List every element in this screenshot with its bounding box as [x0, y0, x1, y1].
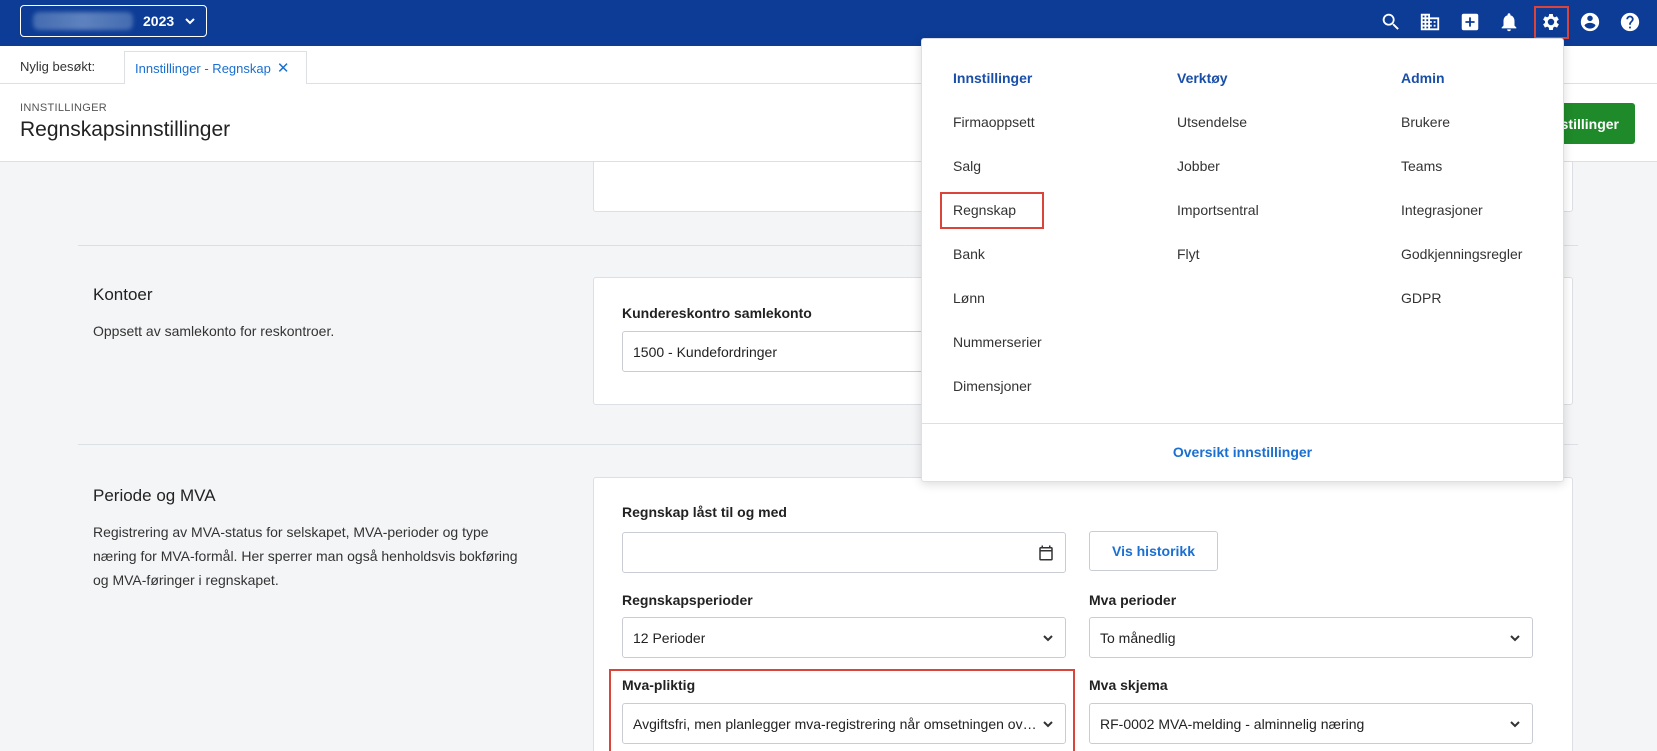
menu-heading-verktoy: Verktøy [1177, 70, 1228, 86]
company-year: 2023 [143, 13, 175, 29]
chevron-down-icon [1510, 634, 1520, 641]
mva-form-select[interactable]: RF-0002 MVA-melding - alminnelig næring [1089, 703, 1533, 744]
menu-item-dimensjoner[interactable]: Dimensjoner [953, 378, 1032, 394]
settings-dropdown-menu: Innstillinger Firmaoppsett Salg Regnskap… [921, 38, 1564, 482]
company-year-select[interactable]: 2023 [20, 5, 207, 37]
menu-item-importsentral[interactable]: Importsentral [1177, 202, 1259, 218]
mva-periods-label: Mva perioder [1089, 592, 1177, 608]
customer-ledger-account-label: Kundereskontro samlekonto [622, 305, 812, 321]
menu-item-jobber[interactable]: Jobber [1177, 158, 1220, 174]
locked-until-label: Regnskap låst til og med [622, 504, 787, 520]
menu-item-teams[interactable]: Teams [1401, 158, 1442, 174]
menu-item-salg[interactable]: Salg [953, 158, 981, 174]
menu-item-integrasjoner[interactable]: Integrasjoner [1401, 202, 1483, 218]
tab-label: Innstillinger - Regnskap [135, 60, 271, 76]
page-title: Regnskapsinnstillinger [20, 118, 231, 141]
mva-periods-select[interactable]: To månedlig [1089, 617, 1533, 658]
locked-until-date-input[interactable] [622, 532, 1066, 573]
accounting-periods-value: 12 Perioder [633, 629, 706, 646]
bell-icon[interactable] [1496, 9, 1522, 35]
menu-item-lonn[interactable]: Lønn [953, 290, 985, 306]
recent-label: Nylig besøkt: [20, 59, 96, 74]
customer-ledger-account-value: 1500 - Kundefordringer [633, 343, 777, 360]
tab-innstillinger-regnskap[interactable]: Innstillinger - Regnskap ✕ [124, 51, 307, 85]
menu-item-bank[interactable]: Bank [953, 246, 985, 262]
breadcrumb[interactable]: INNSTILLINGER [20, 102, 107, 114]
gear-highlight-box [1534, 6, 1569, 39]
menu-divider [922, 423, 1563, 424]
account-icon[interactable] [1577, 9, 1603, 35]
menu-item-firmaoppsett[interactable]: Firmaoppsett [953, 114, 1035, 130]
company-name-redacted [33, 12, 133, 30]
menu-item-gdpr[interactable]: GDPR [1401, 290, 1441, 306]
menu-item-godkjenningsregler[interactable]: Godkjenningsregler [1401, 246, 1522, 262]
menu-item-brukere[interactable]: Brukere [1401, 114, 1450, 130]
periode-mva-description: Registrering av MVA-status for selskapet… [93, 524, 518, 588]
help-icon[interactable] [1617, 9, 1643, 35]
kontoer-title: Kontoer [93, 285, 153, 304]
menu-heading-admin: Admin [1401, 70, 1445, 86]
search-icon[interactable] [1378, 9, 1404, 35]
periode-mva-title: Periode og MVA [93, 486, 216, 505]
show-history-button[interactable]: Vis historikk [1089, 531, 1218, 571]
chevron-down-icon [1510, 720, 1520, 727]
mva-form-label: Mva skjema [1089, 677, 1168, 693]
chevron-down-icon [185, 18, 195, 25]
plus-square-icon[interactable] [1457, 9, 1483, 35]
calendar-icon[interactable] [1037, 544, 1055, 562]
accounting-periods-select[interactable]: 12 Perioder [622, 617, 1066, 658]
menu-item-nummerserier[interactable]: Nummerserier [953, 334, 1042, 350]
building-icon[interactable] [1417, 9, 1443, 35]
accounting-periods-label: Regnskapsperioder [622, 592, 753, 608]
kontoer-description: Oppsett av samlekonto for reskontroer. [93, 323, 335, 339]
mva-periods-value: To månedlig [1100, 629, 1176, 646]
regnskap-highlight-box [940, 192, 1044, 229]
menu-heading-innstillinger: Innstillinger [953, 70, 1033, 86]
mva-form-value: RF-0002 MVA-melding - alminnelig næring [1100, 715, 1365, 732]
close-icon[interactable]: ✕ [277, 59, 290, 77]
chevron-down-icon [1043, 634, 1053, 641]
menu-item-utsendelse[interactable]: Utsendelse [1177, 114, 1247, 130]
mva-liable-highlight-box [609, 669, 1075, 751]
settings-overview-link[interactable]: Oversikt innstillinger [922, 444, 1563, 460]
menu-item-flyt[interactable]: Flyt [1177, 246, 1200, 262]
